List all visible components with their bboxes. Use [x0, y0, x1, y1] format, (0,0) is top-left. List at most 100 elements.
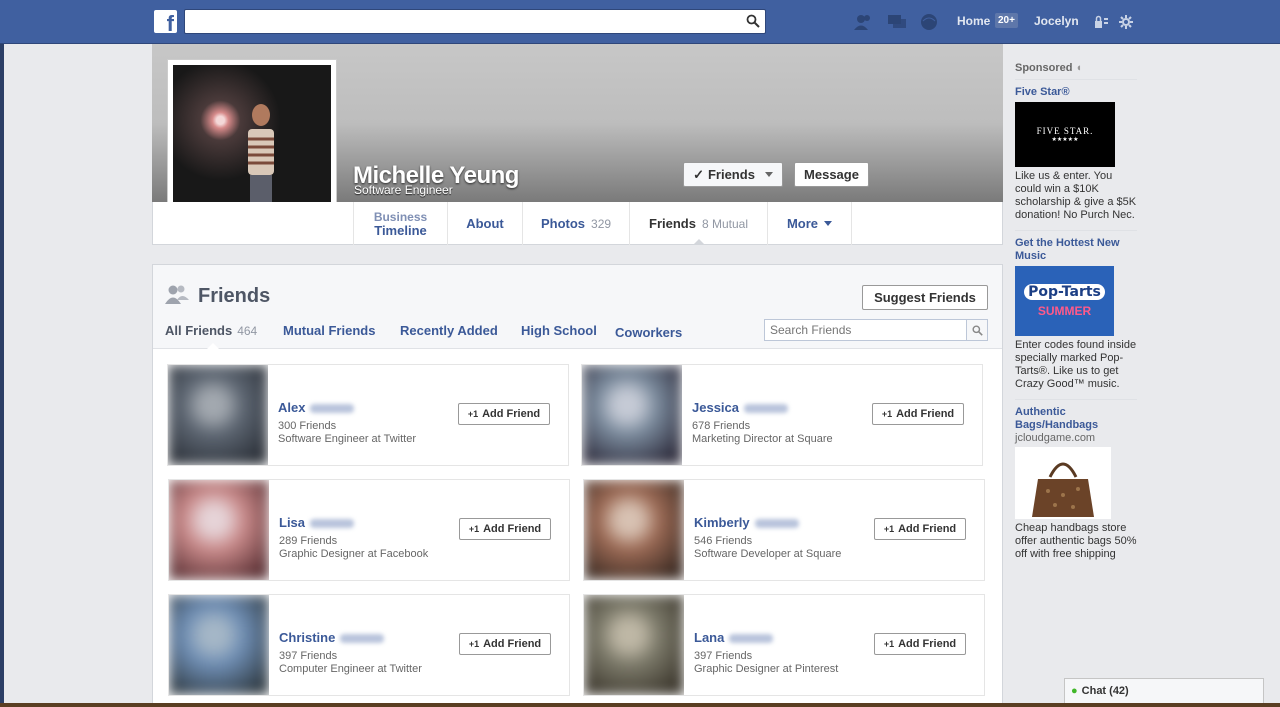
friend-last-name-redacted: [310, 519, 355, 529]
ad-title[interactable]: Get the Hottest New Music: [1015, 237, 1137, 263]
sponsored-header: Sponsored ◖: [1015, 62, 1137, 80]
add-friend-icon: +1: [881, 409, 893, 419]
friend-name[interactable]: Jessica: [692, 400, 788, 415]
ad-image[interactable]: Pop-Tarts SUMMER: [1015, 266, 1114, 336]
friend-card[interactable]: Lisa 289 Friends Graphic Designer at Faceb…: [168, 479, 570, 581]
friend-count[interactable]: 397 Friends: [694, 650, 752, 662]
friend-requests-icon[interactable]: [853, 12, 873, 32]
facebook-logo-icon[interactable]: f: [154, 10, 177, 35]
global-search-input[interactable]: [184, 9, 766, 34]
all-friends-count: 464: [237, 324, 258, 338]
search-icon[interactable]: [746, 14, 760, 28]
friend-name[interactable]: Lisa: [279, 515, 355, 530]
chat-label: Chat (42): [1081, 685, 1129, 697]
friend-count[interactable]: 300 Friends: [278, 420, 336, 432]
privacy-shortcuts-icon[interactable]: [1093, 14, 1109, 30]
friend-card[interactable]: Kimberly 546 Friends Software Developer at…: [583, 479, 985, 581]
profile-tabs: Business Timeline About Photos 329 Friends…: [152, 202, 1003, 245]
ad-text: Like us & enter. You could win a $10K sc…: [1015, 170, 1137, 221]
timeline-top-label: Business: [373, 209, 428, 224]
add-friend-icon: +1: [883, 524, 895, 534]
add-friend-label: Add Friend: [483, 523, 542, 535]
suggest-friends-label: Suggest Friends: [874, 290, 976, 305]
friend-card[interactable]: Lana 397 Friends Graphic Designer at Pinte…: [583, 594, 985, 696]
home-link[interactable]: Home: [957, 14, 990, 28]
tab-more[interactable]: More: [767, 202, 852, 245]
friend-photo[interactable]: [169, 595, 269, 695]
friend-name[interactable]: Lana: [694, 630, 774, 645]
notifications-icon[interactable]: [919, 12, 939, 32]
friend-photo[interactable]: [582, 365, 682, 465]
add-friend-button[interactable]: +1 Add Friend: [872, 403, 964, 425]
friend-photo-image: [584, 480, 684, 580]
tab-mutual-friends-label: Mutual Friends: [283, 323, 376, 338]
add-friend-button[interactable]: +1 Add Friend: [874, 518, 966, 540]
search-friends-button[interactable]: [966, 320, 987, 340]
tab-recently-added[interactable]: Recently Added: [400, 323, 498, 338]
tab-mutual-friends[interactable]: Mutual Friends: [283, 323, 375, 338]
tab-about-label: About: [466, 216, 504, 231]
ad-handbags[interactable]: Authentic Bags/Handbags jcloudgame.com C…: [1015, 400, 1137, 569]
friend-photo[interactable]: [584, 480, 684, 580]
friend-card[interactable]: Christine 397 Friends Computer Engineer at…: [168, 594, 570, 696]
sponsored-label: Sponsored: [1015, 62, 1073, 74]
tab-high-school[interactable]: High School: [521, 323, 597, 338]
friend-photo[interactable]: [584, 595, 684, 695]
friend-card[interactable]: Jessica 678 Friends Marketing Director at …: [581, 364, 983, 466]
friend-last-name-redacted: [340, 634, 385, 644]
friend-work: Graphic Designer at Pinterest: [694, 663, 839, 675]
friend-name[interactable]: Christine: [279, 630, 385, 645]
settings-gear-icon[interactable]: [1118, 14, 1134, 30]
friend-name[interactable]: Alex: [278, 400, 355, 415]
suggest-friends-button[interactable]: Suggest Friends: [862, 285, 988, 310]
ad-image[interactable]: FIVE STAR. ★★★★★: [1015, 102, 1115, 167]
ad-image-subtext: SUMMER: [1037, 304, 1092, 318]
active-tab-indicator: [693, 239, 705, 245]
friends-status-button[interactable]: ✓ Friends: [683, 162, 783, 187]
tab-high-school-label: High School: [521, 323, 597, 338]
add-friend-label: Add Friend: [483, 638, 542, 650]
friend-work: Marketing Director at Square: [692, 433, 833, 445]
top-navigation-bar: f Home 20+ Jocelyn: [0, 0, 1280, 44]
add-friend-button[interactable]: +1 Add Friend: [874, 633, 966, 655]
ad-image[interactable]: [1015, 447, 1111, 519]
tab-about[interactable]: About: [447, 202, 522, 245]
add-friend-button[interactable]: +1 Add Friend: [459, 633, 551, 655]
friends-icon: [165, 285, 189, 304]
friend-count[interactable]: 546 Friends: [694, 535, 752, 547]
chevron-down-icon: [824, 221, 833, 226]
friend-photo-image: [169, 480, 269, 580]
friend-photo[interactable]: [169, 480, 269, 580]
friend-first-name: Jessica: [692, 400, 739, 415]
friend-last-name-redacted: [754, 519, 799, 529]
search-friends-input[interactable]: [765, 320, 961, 340]
home-badge: 20+: [995, 13, 1018, 28]
friend-photo[interactable]: [168, 365, 268, 465]
ad-pop-tarts[interactable]: Get the Hottest New Music Pop-Tarts SUMM…: [1015, 231, 1137, 400]
friend-name[interactable]: Kimberly: [694, 515, 799, 530]
chat-sidebar-tab[interactable]: ● Chat (42): [1064, 678, 1264, 703]
friend-count[interactable]: 397 Friends: [279, 650, 337, 662]
tab-timeline[interactable]: Business Timeline: [353, 202, 447, 245]
ad-title[interactable]: Five Star®: [1015, 86, 1137, 99]
message-button[interactable]: Message: [794, 162, 869, 187]
friend-work: Computer Engineer at Twitter: [279, 663, 422, 675]
ad-url[interactable]: jcloudgame.com: [1015, 432, 1137, 444]
user-profile-link[interactable]: Jocelyn: [1034, 14, 1079, 28]
friends-status-label: Friends: [707, 167, 755, 182]
friend-count[interactable]: 678 Friends: [692, 420, 750, 432]
tab-photos[interactable]: Photos 329: [522, 202, 629, 245]
friend-count[interactable]: 289 Friends: [279, 535, 337, 547]
friend-card[interactable]: Alex 300 Friends Software Engineer at Twit…: [167, 364, 569, 466]
tab-recently-added-label: Recently Added: [400, 323, 498, 338]
add-friend-label: Add Friend: [898, 523, 957, 535]
add-friend-button[interactable]: +1 Add Friend: [459, 518, 551, 540]
ad-five-star[interactable]: Five Star® FIVE STAR. ★★★★★ Like us & en…: [1015, 80, 1137, 231]
tab-coworkers[interactable]: Coworkers: [615, 325, 682, 340]
ad-title[interactable]: Authentic Bags/Handbags: [1015, 406, 1137, 432]
search-friends-field[interactable]: [764, 319, 988, 341]
ad-text: Enter codes found inside specially marke…: [1015, 339, 1137, 390]
add-friend-button[interactable]: +1 Add Friend: [458, 403, 550, 425]
tab-all-friends[interactable]: All Friends 464: [165, 323, 257, 338]
messages-icon[interactable]: [887, 12, 907, 32]
